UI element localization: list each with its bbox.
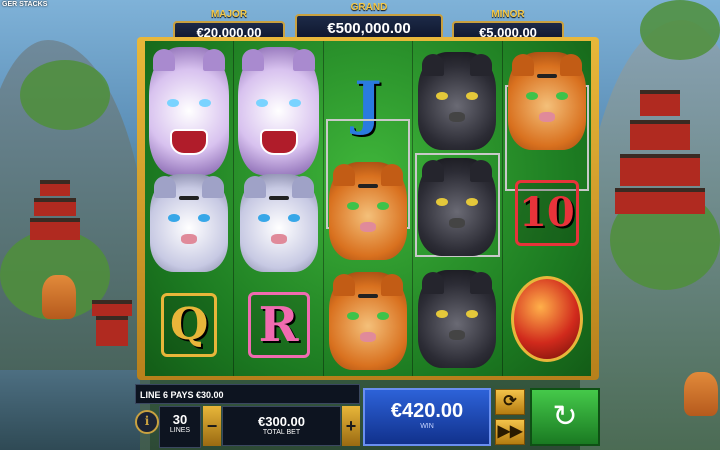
symbol-white-tiger: [238, 171, 318, 274]
bet-increase-button[interactable]: +: [342, 406, 360, 446]
win-value: €420.00: [390, 400, 464, 422]
waterfall-pool: [0, 370, 140, 450]
reel-3: J: [324, 41, 414, 376]
lines-value: 30: [172, 412, 188, 427]
background-tiger-left: [42, 275, 76, 319]
symbol-q: Q: [149, 273, 229, 376]
total-bet-value: €300.00: [258, 414, 305, 429]
symbol-10: 10: [507, 161, 587, 264]
tree-foliage: [20, 60, 110, 130]
symbol-black-panther: [417, 49, 497, 152]
symbol-purple-tiger: [149, 41, 230, 181]
autoplay-button[interactable]: ⟳: [495, 389, 525, 415]
turbo-button[interactable]: ▶▶: [495, 419, 525, 445]
background-tiger-right: [684, 372, 718, 416]
symbol-black-panther: [417, 155, 497, 258]
symbol-purple-tiger: [238, 41, 319, 181]
win-label: WIN: [420, 423, 434, 430]
symbol-black-panther: [417, 267, 497, 370]
spin-button[interactable]: ↻: [530, 388, 600, 446]
jackpot-major-label: MAJOR: [210, 9, 248, 20]
bet-decrease-button[interactable]: −: [203, 406, 221, 446]
reel-1: Q: [145, 41, 235, 376]
jackpot-grand-label: GRAND: [350, 2, 388, 13]
tree-foliage: [640, 0, 720, 60]
right-pagoda: [615, 90, 705, 214]
win-message: LINE 6 PAYS €30.00: [135, 384, 360, 404]
reel-5: 10: [503, 41, 591, 376]
reel-frame: Q R J 10: [137, 37, 599, 380]
symbol-lantern-pot: [507, 267, 587, 370]
win-display: €420.00 WIN: [363, 388, 491, 446]
jackpot-minor-label: MINOR: [491, 9, 525, 20]
symbol-white-tiger: [149, 171, 229, 274]
small-pagoda: [92, 300, 132, 350]
total-bet-label: TOTAL BET: [262, 429, 301, 436]
symbol-orange-tiger: [328, 269, 408, 372]
symbol-r: R: [238, 273, 318, 376]
symbol-orange-tiger: [507, 49, 587, 152]
reel-4: [413, 41, 503, 376]
info-button[interactable]: i: [135, 410, 159, 434]
lines-display: 30 LINES: [159, 406, 201, 448]
left-pagoda: [30, 180, 80, 250]
brand-logo: GER STACKS: [2, 1, 48, 8]
lines-label: LINES: [169, 427, 191, 434]
reel-2: R: [234, 41, 324, 376]
control-panel: LINE 6 PAYS €30.00 i 30 LINES − €300.00 …: [135, 384, 601, 450]
reel-grid: Q R J 10: [145, 41, 591, 376]
symbol-orange-tiger: [328, 159, 408, 262]
autoplay-icon: ⟳: [503, 393, 517, 410]
spin-arrow-icon: ↻: [552, 400, 578, 433]
fast-forward-icon: ▶▶: [497, 423, 523, 440]
total-bet-display: €300.00 TOTAL BET: [222, 406, 341, 446]
